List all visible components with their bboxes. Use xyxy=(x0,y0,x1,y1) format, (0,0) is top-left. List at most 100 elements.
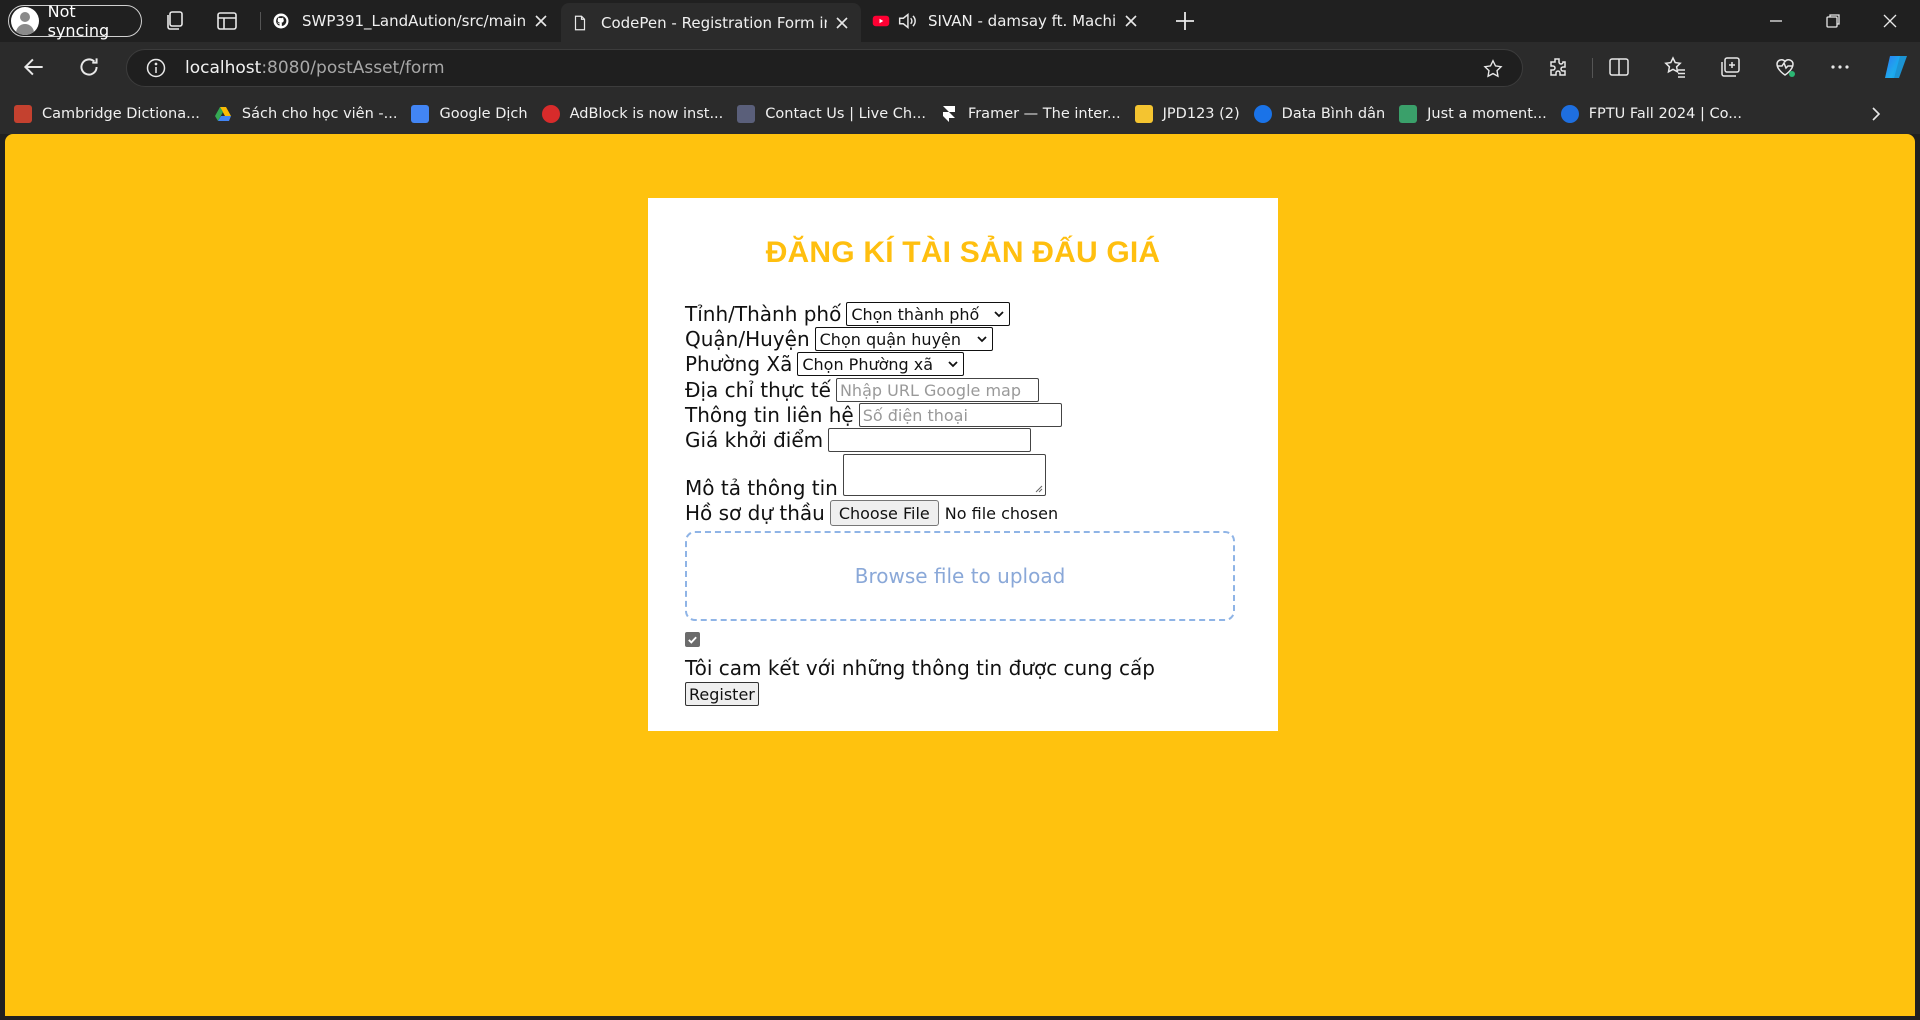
bookmark-data-binh-dan[interactable]: Data Bình dân xyxy=(1253,105,1386,123)
bookmark-label: Cambridge Dictiona... xyxy=(42,106,200,122)
bookmark-label: JPD123 (2) xyxy=(1162,106,1240,122)
contact-row: Thông tin liên hệ Số điện thoại xyxy=(685,403,1062,427)
bookmark-label: FPTU Fall 2024 | Co... xyxy=(1588,106,1743,122)
profile-button[interactable]: Not syncing xyxy=(8,2,142,40)
close-tab-icon[interactable] xyxy=(1124,14,1138,28)
restore-icon[interactable] xyxy=(1823,11,1843,31)
bookmark-framer[interactable]: Framer — The inter... xyxy=(940,105,1121,123)
close-window-icon[interactable] xyxy=(1880,11,1900,31)
bookmark-sach[interactable]: Sách cho học viên -... xyxy=(214,105,397,123)
tab-title: CodePen - Registration Form in H xyxy=(601,13,827,32)
page-icon xyxy=(574,15,586,30)
bookmark-cambridge[interactable]: Cambridge Dictiona... xyxy=(14,105,200,123)
district-row: Quận/Huyện Chọn quận huyện xyxy=(685,327,993,351)
starting-price-input[interactable] xyxy=(828,428,1032,452)
bookmark-just-a-moment[interactable]: Just a moment... xyxy=(1399,105,1547,123)
profile-label: Not syncing xyxy=(47,2,110,40)
github-icon xyxy=(273,13,289,29)
split-screen-icon[interactable] xyxy=(1607,55,1631,79)
ward-row: Phường Xã Chọn Phường xã xyxy=(685,352,965,376)
ward-label: Phường Xã xyxy=(685,352,793,376)
collections-icon[interactable] xyxy=(1718,55,1742,79)
bookmark-contact-us[interactable]: Contact Us | Live Ch... xyxy=(737,105,926,123)
resize-grip-icon[interactable] xyxy=(1035,485,1043,493)
bookmark-google-dich[interactable]: Google Dịch xyxy=(411,105,528,123)
phone-input[interactable]: Số điện thoại xyxy=(858,403,1062,427)
avatar-icon xyxy=(11,7,39,35)
province-label: Tỉnh/Thành phố xyxy=(685,302,842,326)
url-path: :8080/postAsset/form xyxy=(261,58,445,78)
registration-card: ĐĂNG KÍ TÀI SẢN ĐẤU GIÁ Tỉnh/Thành phố C… xyxy=(648,198,1278,731)
tab-youtube[interactable]: SIVAN - damsay ft. Machiot, xyxy=(862,3,1150,39)
address-input[interactable]: Nhập URL Google map xyxy=(835,378,1039,402)
tab-separator xyxy=(260,12,261,30)
district-select-value: Chọn quận huyện xyxy=(819,329,962,349)
price-label: Giá khởi điểm xyxy=(685,428,824,452)
chevron-right-icon[interactable] xyxy=(1868,106,1884,122)
back-icon[interactable] xyxy=(21,54,47,80)
bookmark-jpd123[interactable]: JPD123 (2) xyxy=(1134,105,1240,123)
classroom-icon xyxy=(1134,105,1153,123)
favorite-star-icon[interactable] xyxy=(1482,58,1504,80)
bookmark-fptu[interactable]: FPTU Fall 2024 | Co... xyxy=(1560,105,1743,123)
tab-strip: Not syncing SWP391_LandAution/src/main/r… xyxy=(0,0,1920,42)
address-bar[interactable]: localhost:8080/postAsset/form xyxy=(126,49,1523,87)
close-tab-icon[interactable] xyxy=(835,16,849,30)
tab-actions-icon[interactable] xyxy=(215,9,239,33)
bookmark-label: Contact Us | Live Ch... xyxy=(765,106,926,122)
favorites-icon[interactable] xyxy=(1663,55,1687,79)
checkmark-icon xyxy=(688,636,697,644)
copilot-icon[interactable] xyxy=(1881,52,1911,82)
commitment-checkbox[interactable] xyxy=(685,632,700,647)
google-translate-icon xyxy=(411,105,430,123)
browser-essentials-icon[interactable] xyxy=(1773,55,1797,79)
url-host: localhost xyxy=(185,58,262,78)
province-select[interactable]: Chọn thành phố xyxy=(846,302,1011,326)
district-label: Quận/Huyện xyxy=(685,327,810,351)
stack-icon xyxy=(1399,105,1418,123)
province-select-value: Chọn thành phố xyxy=(851,304,980,324)
district-select[interactable]: Chọn quận huyện xyxy=(814,327,993,351)
ward-select-value: Chọn Phường xã xyxy=(802,354,934,374)
data-site-icon xyxy=(1253,105,1272,123)
tab-title: SWP391_LandAution/src/main/re xyxy=(302,12,526,30)
refresh-icon[interactable] xyxy=(76,54,102,80)
description-textarea[interactable] xyxy=(842,454,1046,496)
framer-icon xyxy=(942,106,955,122)
browser-toolbar: localhost:8080/postAsset/form xyxy=(0,42,1920,94)
bookmark-label: Framer — The inter... xyxy=(967,106,1121,122)
price-row: Giá khởi điểm xyxy=(685,428,1032,452)
ward-select[interactable]: Chọn Phường xã xyxy=(797,352,965,376)
bookmark-label: Data Bình dân xyxy=(1281,106,1386,122)
bookmarks-bar: Cambridge Dictiona... Sách cho học viên … xyxy=(0,94,1920,134)
tab-github[interactable]: SWP391_LandAution/src/main/re xyxy=(262,3,560,39)
site-info-icon[interactable] xyxy=(145,57,167,79)
bookmark-label: AdBlock is now inst... xyxy=(569,106,724,122)
coursera-icon xyxy=(1560,105,1579,123)
address-row: Địa chỉ thực tế Nhập URL Google map xyxy=(685,378,1039,402)
more-menu-icon[interactable] xyxy=(1828,55,1852,79)
dossier-row: Hồ sơ dự thầu Choose File No file chosen xyxy=(685,500,1058,526)
page-viewport: ĐĂNG KÍ TÀI SẢN ĐẤU GIÁ Tỉnh/Thành phố C… xyxy=(5,134,1915,1016)
form-title: ĐĂNG KÍ TÀI SẢN ĐẤU GIÁ xyxy=(765,236,1161,269)
contact-label: Thông tin liên hệ xyxy=(685,403,854,427)
tab-codepen[interactable]: CodePen - Registration Form in H xyxy=(561,3,861,42)
adblock-icon xyxy=(541,105,560,123)
dossier-label: Hồ sơ dự thầu xyxy=(685,501,825,525)
toolbar-separator xyxy=(1592,58,1593,78)
extensions-icon[interactable] xyxy=(1546,55,1570,79)
speaker-icon[interactable] xyxy=(896,10,918,32)
bookmark-label: Just a moment... xyxy=(1427,106,1547,122)
register-button[interactable]: Register xyxy=(685,682,759,706)
close-tab-icon[interactable] xyxy=(534,14,548,28)
file-dropzone[interactable]: Browse file to upload xyxy=(685,531,1235,621)
chevron-down-icon xyxy=(994,311,1004,318)
workspaces-icon[interactable] xyxy=(163,9,187,33)
chevron-down-icon xyxy=(948,361,958,368)
address-label: Địa chỉ thực tế xyxy=(685,378,831,402)
minimize-icon[interactable] xyxy=(1766,11,1786,31)
new-tab-icon[interactable] xyxy=(1173,9,1197,33)
choose-file-button[interactable]: Choose File xyxy=(829,500,939,526)
chevron-down-icon xyxy=(976,336,987,343)
bookmark-adblock[interactable]: AdBlock is now inst... xyxy=(541,105,724,123)
